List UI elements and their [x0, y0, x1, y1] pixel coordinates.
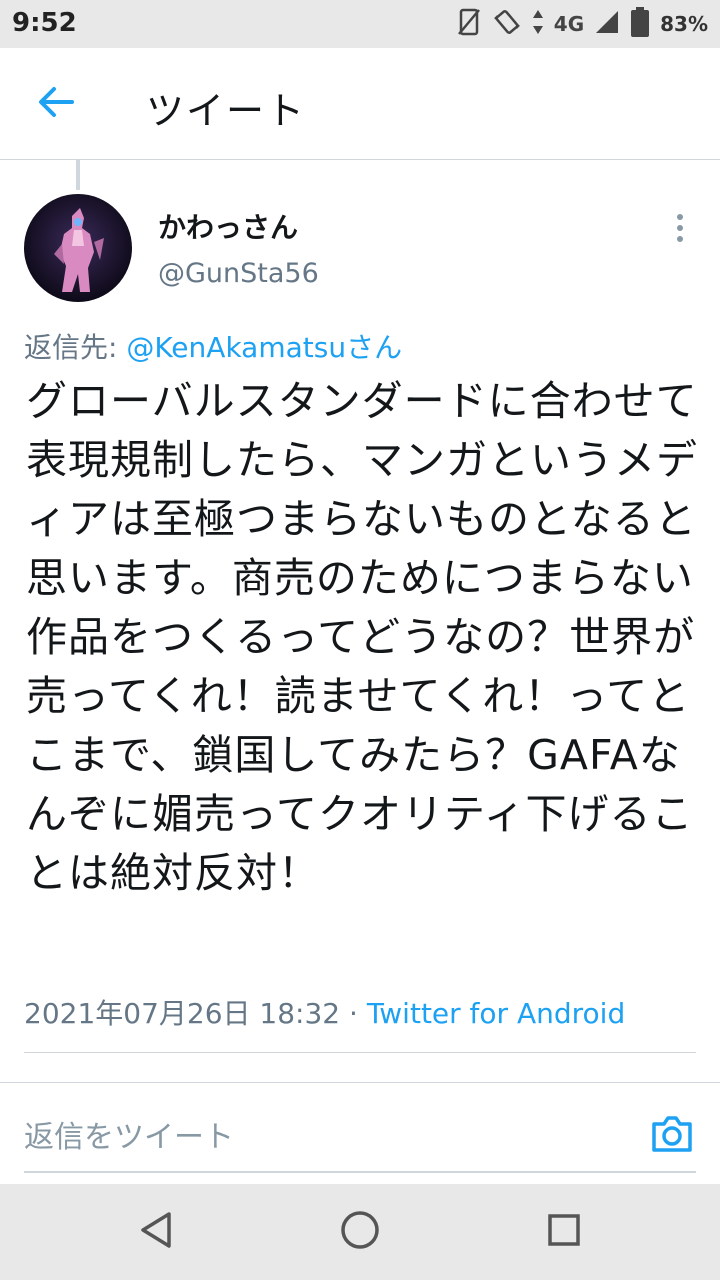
reply-to-line: 返信先: @KenAkamatsuさん — [24, 326, 402, 366]
dot — [677, 214, 683, 220]
nav-home-button[interactable] — [336, 1208, 384, 1256]
divider — [0, 1082, 720, 1083]
author-name[interactable]: かわっさん — [158, 206, 298, 246]
back-triangle-icon — [138, 1210, 174, 1254]
reply-prefix: 返信先: — [24, 331, 127, 364]
camera-icon — [650, 1116, 694, 1160]
tweet-timestamp[interactable]: 2021年07月26日 18:32 — [24, 997, 340, 1030]
battery-icon — [630, 6, 650, 42]
thread-connector-line — [76, 160, 80, 190]
camera-button[interactable] — [650, 1112, 694, 1156]
vibrate-off-icon — [456, 8, 482, 40]
signal-icon — [594, 9, 620, 39]
tweet-text: グローバルスタンダードに合わせて表現規制したら、マンガというメディアは至極つまら… — [26, 377, 698, 897]
avatar[interactable] — [24, 194, 132, 302]
status-bar: 9:52 4G 83% — [0, 0, 720, 48]
reply-mention-link[interactable]: @KenAkamatsuさん — [126, 331, 402, 364]
data-arrows-icon — [532, 9, 544, 39]
rotate-icon — [492, 7, 522, 41]
author-handle[interactable]: @GunSta56 — [158, 258, 319, 289]
dot — [677, 225, 683, 231]
more-options-button[interactable] — [664, 208, 696, 248]
meta-separator: · — [340, 997, 367, 1030]
composer-underline — [24, 1171, 696, 1173]
divider — [24, 1052, 696, 1053]
tweet-meta: 2021年07月26日 18:32 · Twitter for Android — [24, 992, 625, 1032]
tweet-source-link[interactable]: Twitter for Android — [367, 997, 625, 1030]
page-title: ツイート — [146, 89, 307, 133]
dot — [677, 236, 683, 242]
system-nav-bar — [0, 1184, 720, 1280]
recents-square-icon — [546, 1212, 582, 1252]
nav-back-button[interactable] — [132, 1208, 180, 1256]
reply-input[interactable]: 返信をツイート — [24, 1112, 624, 1158]
arrow-left-icon — [36, 85, 76, 123]
back-button[interactable] — [24, 78, 88, 130]
app-header: ツイート — [0, 48, 720, 160]
status-icons: 4G 83% — [456, 6, 708, 42]
status-time: 9:52 — [12, 8, 77, 38]
network-type: 4G — [553, 12, 585, 36]
home-circle-icon — [338, 1208, 382, 1256]
nav-recents-button[interactable] — [540, 1208, 588, 1256]
battery-percent: 83% — [660, 12, 708, 36]
